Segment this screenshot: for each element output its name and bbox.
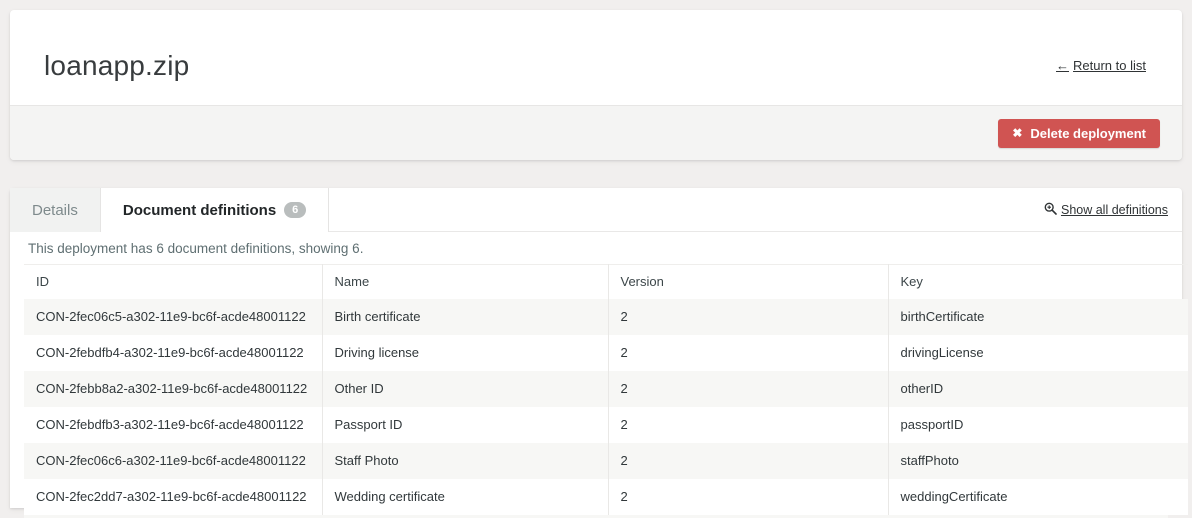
delete-x-icon: ✖ xyxy=(1012,126,1022,140)
delete-deployment-label: Delete deployment xyxy=(1030,126,1146,141)
left-arrow-icon: ← xyxy=(1056,58,1069,73)
tab-strip: Details Document definitions 6 Show all … xyxy=(10,188,1182,232)
cell-key: drivingLicense xyxy=(888,335,1188,371)
cell-key: passportID xyxy=(888,407,1188,443)
header-top: loanapp.zip ← Return to list xyxy=(10,10,1182,105)
cell-name: Wedding certificate xyxy=(322,479,608,515)
cell-version: 2 xyxy=(608,407,888,443)
tab-strip-spacer xyxy=(329,188,1044,231)
cell-key: staffPhoto xyxy=(888,443,1188,479)
table-row: CON-2febb8a2-a302-11e9-bc6f-acde48001122… xyxy=(24,371,1188,407)
cell-version: 2 xyxy=(608,371,888,407)
table-row: CON-2febdfb4-a302-11e9-bc6f-acde48001122… xyxy=(24,335,1188,371)
deployment-header-card: loanapp.zip ← Return to list ✖ Delete dep… xyxy=(10,10,1182,160)
definitions-table: IDNameVersionKey CON-2fec06c5-a302-11e9-… xyxy=(24,264,1188,515)
table-row: CON-2fec2dd7-a302-11e9-bc6f-acde48001122… xyxy=(24,479,1188,515)
cell-name: Driving license xyxy=(322,335,608,371)
cell-version: 2 xyxy=(608,479,888,515)
deployment-detail-panel: Details Document definitions 6 Show all … xyxy=(10,188,1182,508)
definitions-summary-text: This deployment has 6 document definitio… xyxy=(10,232,1182,264)
magnifier-zoom-icon xyxy=(1044,202,1057,218)
definitions-table-wrap: IDNameVersionKey CON-2fec06c5-a302-11e9-… xyxy=(10,264,1182,518)
return-to-list-link[interactable]: ← Return to list xyxy=(1056,58,1146,73)
cell-id: CON-2fec06c6-a302-11e9-bc6f-acde48001122 xyxy=(24,443,322,479)
cell-id: CON-2fec06c5-a302-11e9-bc6f-acde48001122 xyxy=(24,299,322,335)
table-row: CON-2febdfb3-a302-11e9-bc6f-acde48001122… xyxy=(24,407,1188,443)
cell-id: CON-2fec2dd7-a302-11e9-bc6f-acde48001122 xyxy=(24,479,322,515)
cell-id: CON-2febdfb4-a302-11e9-bc6f-acde48001122 xyxy=(24,335,322,371)
cell-name: Passport ID xyxy=(322,407,608,443)
cell-version: 2 xyxy=(608,299,888,335)
cell-name: Other ID xyxy=(322,371,608,407)
delete-deployment-button[interactable]: ✖ Delete deployment xyxy=(998,119,1160,148)
column-header-name: Name xyxy=(322,265,608,299)
tab-details-label: Details xyxy=(32,202,78,219)
show-all-definitions-label: Show all definitions xyxy=(1061,203,1168,217)
cell-name: Staff Photo xyxy=(322,443,608,479)
table-row: CON-2fec06c5-a302-11e9-bc6f-acde48001122… xyxy=(24,299,1188,335)
column-header-version: Version xyxy=(608,265,888,299)
header-action-bar: ✖ Delete deployment xyxy=(10,105,1182,160)
table-row: CON-2fec06c6-a302-11e9-bc6f-acde48001122… xyxy=(24,443,1188,479)
cell-version: 2 xyxy=(608,335,888,371)
cell-id: CON-2febdfb3-a302-11e9-bc6f-acde48001122 xyxy=(24,407,322,443)
page-title: loanapp.zip xyxy=(44,50,189,82)
tab-details[interactable]: Details xyxy=(10,188,101,232)
cell-id: CON-2febb8a2-a302-11e9-bc6f-acde48001122 xyxy=(24,371,322,407)
column-header-key: Key xyxy=(888,265,1188,299)
cell-key: otherID xyxy=(888,371,1188,407)
document-count-badge: 6 xyxy=(284,202,306,218)
return-to-list-label: Return to list xyxy=(1073,58,1146,73)
table-bottom-sliver xyxy=(24,515,1168,518)
column-header-id: ID xyxy=(24,265,322,299)
cell-key: weddingCertificate xyxy=(888,479,1188,515)
table-header-row: IDNameVersionKey xyxy=(24,265,1188,299)
page: loanapp.zip ← Return to list ✖ Delete dep… xyxy=(0,0,1192,518)
cell-name: Birth certificate xyxy=(322,299,608,335)
cell-version: 2 xyxy=(608,443,888,479)
show-all-definitions-link[interactable]: Show all definitions xyxy=(1044,202,1168,218)
tab-document-definitions[interactable]: Document definitions 6 xyxy=(101,188,329,232)
tab-document-definitions-label: Document definitions xyxy=(123,202,276,219)
cell-key: birthCertificate xyxy=(888,299,1188,335)
